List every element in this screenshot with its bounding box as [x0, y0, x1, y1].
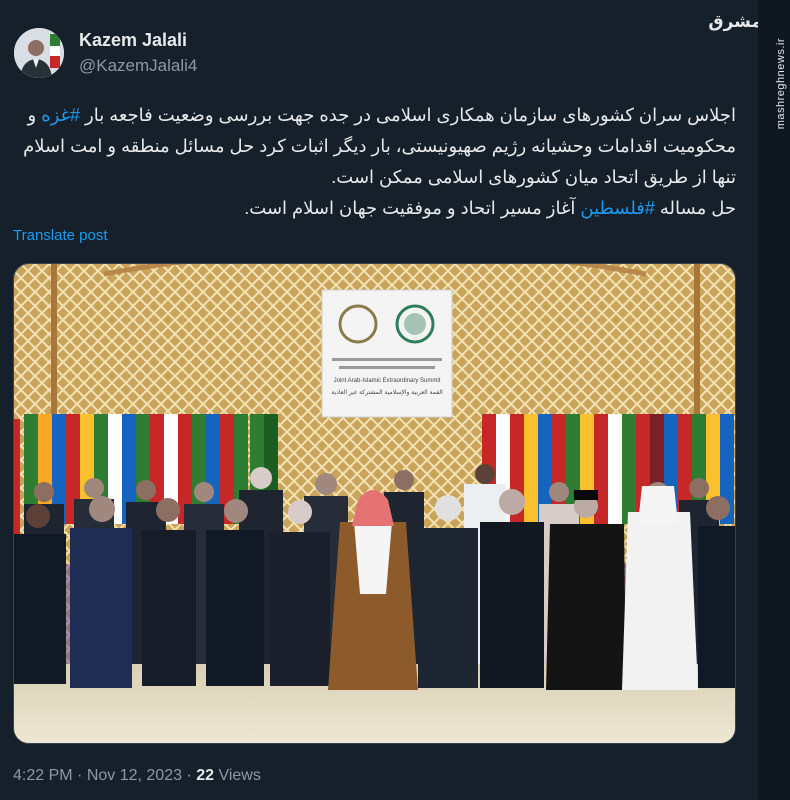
views-count: 22: [196, 767, 215, 784]
mashregh-logo: مشرق: [708, 12, 762, 31]
views-label: Views: [218, 767, 261, 784]
banner-text-en: Joint Arab-Islamic Extraordinary Summit: [334, 378, 441, 384]
hashtag-link[interactable]: #فلسطین: [580, 198, 655, 218]
watermark-strip: mashreghnews.ir: [758, 0, 790, 800]
author-name[interactable]: Kazem Jalali: [79, 30, 187, 51]
post-time[interactable]: 4:22 PM: [13, 767, 73, 784]
summit-photo: Joint Arab-Islamic Extraordinary Summit …: [14, 264, 735, 743]
post-text-part: آغاز مسیر اتحاد و موفقیت جهان اسلام است.: [244, 198, 581, 218]
avatar[interactable]: [14, 28, 64, 78]
avatar-image: [14, 28, 64, 78]
post-date[interactable]: Nov 12, 2023: [87, 767, 182, 784]
banner-text-ar: القمة العربية والإسلامية المشتركة غير ال…: [331, 389, 443, 396]
hashtag-link[interactable]: #غزه: [41, 105, 80, 125]
post-text-part: حل مساله: [654, 198, 736, 218]
post-text: اجلاس سران کشورهای سازمان همکاری اسلامی …: [12, 100, 736, 224]
author-handle[interactable]: @KazemJalali4: [79, 56, 197, 76]
post: Kazem Jalali @KazemJalali4 اجلاس سران کش…: [0, 0, 758, 800]
translate-post-link[interactable]: Translate post: [13, 227, 108, 244]
post-meta: 4:22 PM · Nov 12, 2023 · 22 Views: [13, 767, 261, 784]
watermark-text: mashreghnews.ir: [775, 38, 787, 130]
post-photo[interactable]: Joint Arab-Islamic Extraordinary Summit …: [13, 263, 736, 744]
post-text-part: اجلاس سران کشورهای سازمان همکاری اسلامی …: [80, 105, 736, 125]
